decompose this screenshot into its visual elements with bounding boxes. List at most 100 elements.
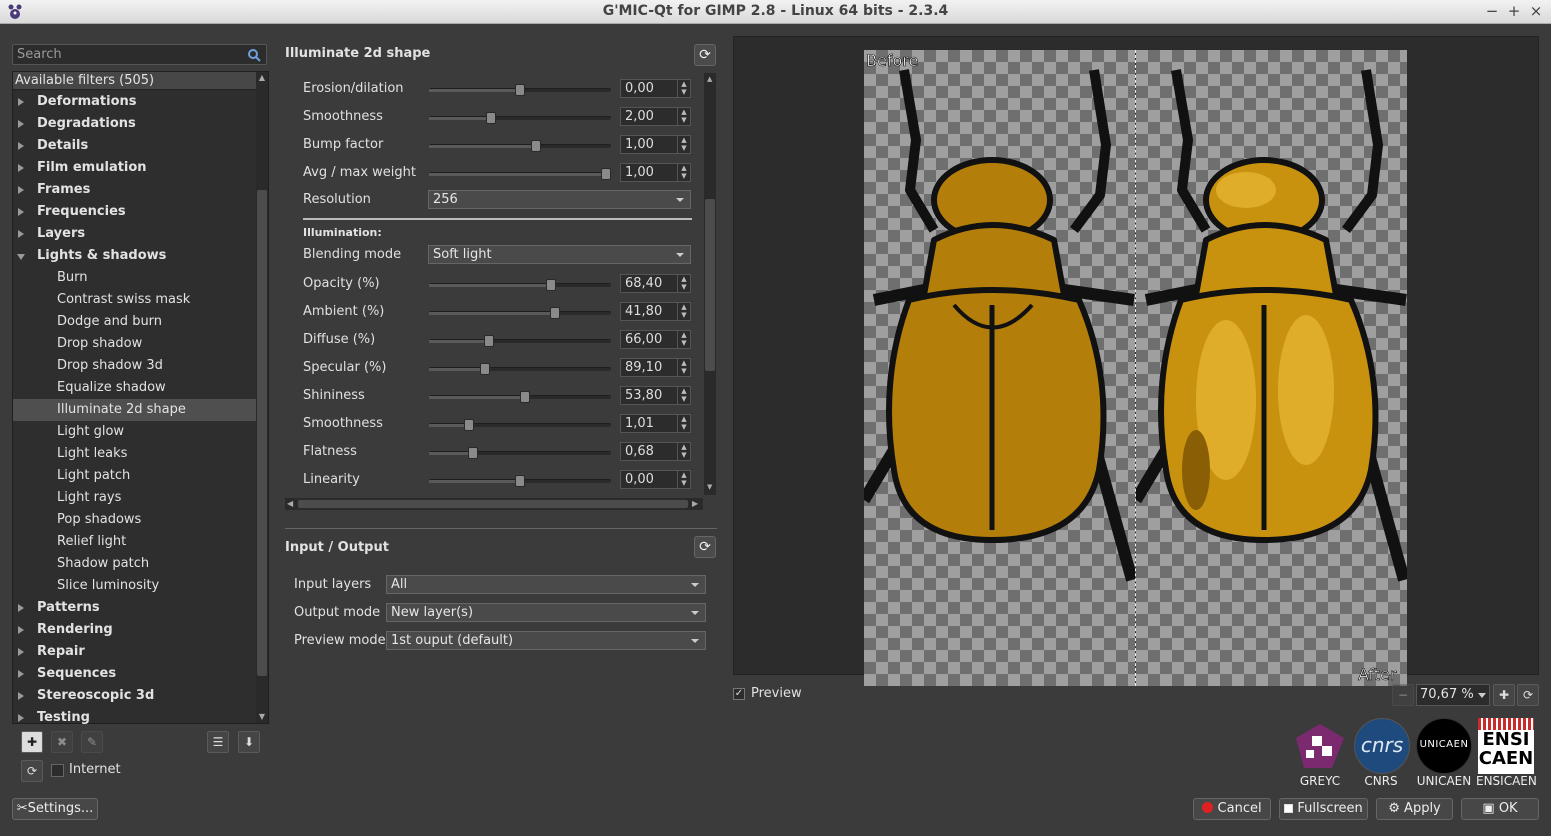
- splitter[interactable]: [285, 528, 717, 529]
- reset-params-button[interactable]: ⟳: [694, 44, 716, 66]
- param-spinbox[interactable]: 53,80 ▲ ▼: [620, 386, 691, 405]
- reset-zoom-button[interactable]: ⟳: [1517, 684, 1539, 706]
- preview-mode-select[interactable]: 1st ouput (default): [386, 631, 706, 650]
- spin-arrows-icon[interactable]: ▲ ▼: [677, 303, 690, 320]
- slider-handle[interactable]: [531, 140, 542, 152]
- param-slider[interactable]: [429, 363, 611, 375]
- collapsed-arrow-icon[interactable]: [18, 230, 24, 238]
- param-spinbox[interactable]: 1,01 ▲ ▼: [620, 414, 691, 433]
- slider-handle[interactable]: [520, 391, 531, 403]
- scrollbar-thumb[interactable]: [257, 190, 267, 676]
- zoom-level-select[interactable]: 70,67 %: [1416, 684, 1490, 706]
- rename-favorite-button[interactable]: ✎: [81, 731, 103, 753]
- update-filters-button[interactable]: ⟳: [21, 760, 43, 782]
- filter-item[interactable]: Slice luminosity: [13, 575, 256, 597]
- param-slider[interactable]: [429, 112, 611, 124]
- maximize-button[interactable]: +: [1505, 2, 1523, 20]
- expand-collapse-button[interactable]: ⬇: [238, 731, 260, 753]
- collapsed-arrow-icon[interactable]: [18, 142, 24, 150]
- filter-category[interactable]: Frames: [13, 179, 256, 201]
- zoom-in-button[interactable]: ✚: [1493, 684, 1515, 706]
- spin-arrows-icon[interactable]: ▲ ▼: [677, 80, 690, 97]
- filter-item[interactable]: Relief light: [13, 531, 256, 553]
- output-mode-select[interactable]: New layer(s): [386, 603, 706, 622]
- filter-item[interactable]: Light glow: [13, 421, 256, 443]
- add-favorite-button[interactable]: ✚: [21, 731, 43, 753]
- filter-item[interactable]: Equalize shadow: [13, 377, 256, 399]
- scroll-up-icon[interactable]: ▲: [257, 73, 267, 83]
- filter-item[interactable]: Light rays: [13, 487, 256, 509]
- param-slider[interactable]: [429, 335, 611, 347]
- filter-category[interactable]: Sequences: [13, 663, 256, 685]
- spin-arrows-icon[interactable]: ▲ ▼: [677, 164, 690, 181]
- param-spinbox[interactable]: 1,00 ▲ ▼: [620, 135, 691, 154]
- filter-category[interactable]: Degradations: [13, 113, 256, 135]
- zoom-out-button[interactable]: −: [1392, 684, 1414, 706]
- filter-category[interactable]: Stereoscopic 3d: [13, 685, 256, 707]
- param-slider[interactable]: [429, 419, 611, 431]
- filter-category[interactable]: Rendering: [13, 619, 256, 641]
- spin-arrows-icon[interactable]: ▲ ▼: [677, 471, 690, 488]
- remove-favorite-button[interactable]: ✖: [51, 731, 73, 753]
- collapsed-arrow-icon[interactable]: [18, 164, 24, 172]
- param-spinbox[interactable]: 89,10 ▲ ▼: [620, 358, 691, 377]
- search-input[interactable]: Search: [12, 44, 267, 65]
- minimize-button[interactable]: −: [1483, 2, 1501, 20]
- collapsed-arrow-icon[interactable]: [18, 692, 24, 700]
- param-spinbox[interactable]: 1,00 ▲ ▼: [620, 163, 691, 182]
- spin-arrows-icon[interactable]: ▲ ▼: [677, 331, 690, 348]
- expanded-arrow-icon[interactable]: [17, 254, 25, 260]
- collapsed-arrow-icon[interactable]: [18, 648, 24, 656]
- slider-handle[interactable]: [484, 335, 495, 347]
- filter-category[interactable]: Frequencies: [13, 201, 256, 223]
- filter-item[interactable]: Pop shadows: [13, 509, 256, 531]
- scroll-down-icon[interactable]: ▼: [707, 483, 712, 491]
- slider-handle[interactable]: [600, 168, 611, 180]
- apply-button[interactable]: ⚙ Apply: [1376, 798, 1453, 820]
- blending-mode-select[interactable]: Soft light: [428, 245, 691, 264]
- filter-item[interactable]: Illuminate 2d shape: [13, 399, 256, 421]
- collapsed-arrow-icon[interactable]: [18, 626, 24, 634]
- spin-arrows-icon[interactable]: ▲ ▼: [677, 387, 690, 404]
- close-window-button[interactable]: ×: [1527, 2, 1545, 20]
- collapsed-arrow-icon[interactable]: [18, 120, 24, 128]
- param-spinbox[interactable]: 2,00 ▲ ▼: [620, 107, 691, 126]
- spin-arrows-icon[interactable]: ▲ ▼: [677, 136, 690, 153]
- param-spinbox[interactable]: 0,00 ▲ ▼: [620, 470, 691, 489]
- filter-item[interactable]: Drop shadow: [13, 333, 256, 355]
- slider-handle[interactable]: [464, 419, 475, 431]
- preview-area[interactable]: Before After: [733, 36, 1539, 686]
- filter-item[interactable]: Drop shadow 3d: [13, 355, 256, 377]
- filter-tree-scrollbar[interactable]: ▲ ▼: [256, 72, 268, 723]
- filter-item[interactable]: Light leaks: [13, 443, 256, 465]
- slider-handle[interactable]: [515, 475, 525, 487]
- spin-arrows-icon[interactable]: ▲ ▼: [677, 443, 690, 460]
- filter-item[interactable]: Contrast swiss mask: [13, 289, 256, 311]
- spin-arrows-icon[interactable]: ▲ ▼: [677, 275, 690, 292]
- slider-handle[interactable]: [467, 447, 478, 459]
- scroll-left-icon[interactable]: ◀: [287, 499, 293, 508]
- slider-handle[interactable]: [515, 84, 525, 96]
- params-vscrollbar[interactable]: ▲ ▼: [704, 73, 716, 495]
- param-spinbox[interactable]: 68,40 ▲ ▼: [620, 274, 691, 293]
- filter-category[interactable]: Testing: [13, 707, 256, 729]
- filter-category[interactable]: Patterns: [13, 597, 256, 619]
- filter-category[interactable]: Layers: [13, 223, 256, 245]
- slider-handle[interactable]: [480, 363, 491, 375]
- spin-arrows-icon[interactable]: ▲ ▼: [677, 415, 690, 432]
- spin-arrows-icon[interactable]: ▲ ▼: [677, 108, 690, 125]
- params-hscrollbar[interactable]: ◀ ▶: [285, 498, 703, 510]
- filter-item[interactable]: Shadow patch: [13, 553, 256, 575]
- param-spinbox[interactable]: 0,00 ▲ ▼: [620, 79, 691, 98]
- scroll-right-icon[interactable]: ▶: [692, 499, 698, 508]
- fullscreen-button[interactable]: Fullscreen: [1279, 798, 1368, 820]
- slider-handle[interactable]: [549, 307, 560, 319]
- collapsed-arrow-icon[interactable]: [18, 714, 24, 722]
- collapsed-arrow-icon[interactable]: [18, 604, 24, 612]
- param-slider[interactable]: [429, 84, 611, 96]
- param-spinbox[interactable]: 41,80 ▲ ▼: [620, 302, 691, 321]
- settings-button[interactable]: ✂Settings...: [12, 798, 98, 820]
- param-slider[interactable]: [429, 279, 611, 291]
- params-hscroll-thumb[interactable]: [298, 500, 688, 508]
- resolution-select[interactable]: 256: [428, 190, 691, 209]
